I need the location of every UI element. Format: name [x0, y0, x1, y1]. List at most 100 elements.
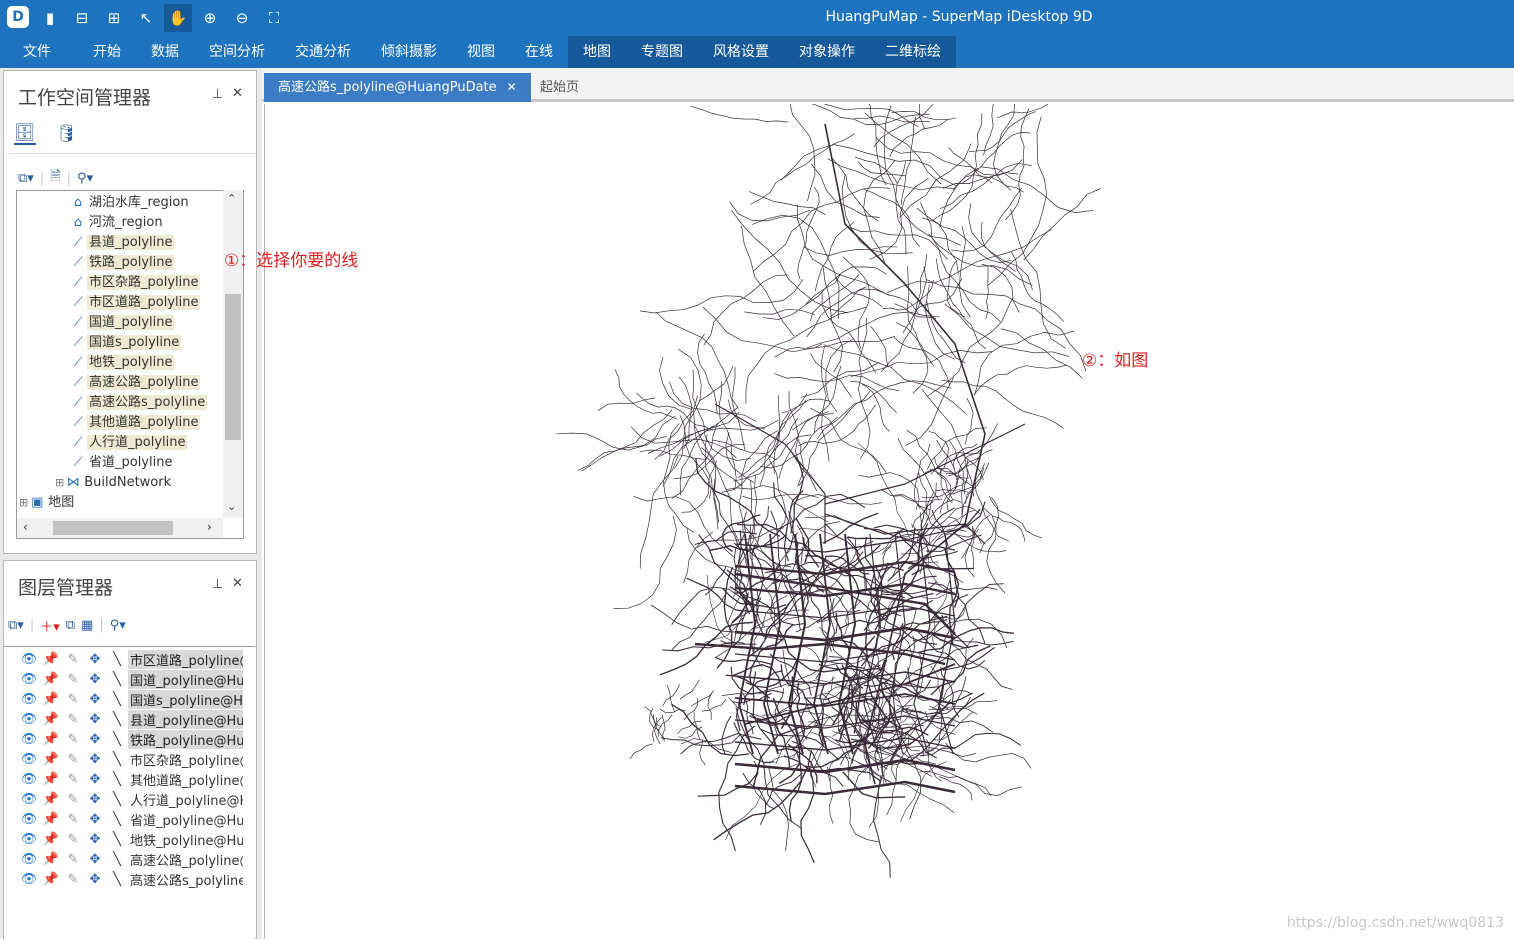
line-style-icon[interactable]: ╲	[106, 652, 128, 667]
line-style-icon[interactable]: ╲	[106, 672, 128, 687]
workspace-tab-icon[interactable]: 🗄	[14, 123, 36, 145]
line-style-icon[interactable]: ╲	[106, 712, 128, 727]
layer-row[interactable]: 👁📌✎✥╲高速公路_polyline@	[4, 849, 255, 869]
snappable-icon[interactable]: ✥	[84, 812, 106, 827]
snappable-icon[interactable]: ✥	[84, 752, 106, 767]
line-style-icon[interactable]: ╲	[106, 772, 128, 787]
menu-item-0[interactable]: 文件	[0, 36, 74, 68]
visibility-eye-icon[interactable]: 👁	[18, 772, 40, 787]
menu-item-11[interactable]: 对象操作	[784, 36, 870, 68]
visibility-eye-icon[interactable]: 👁	[18, 872, 40, 887]
line-style-icon[interactable]: ╲	[106, 872, 128, 887]
tree-item[interactable]: ⌂湖泊水库_region	[69, 193, 191, 213]
layer-row[interactable]: 👁📌✎✥╲省道_polyline@Hu	[4, 809, 255, 829]
snappable-icon[interactable]: ✥	[84, 692, 106, 707]
editable-icon[interactable]: ✎	[62, 812, 84, 827]
menu-item-7[interactable]: 在线	[510, 36, 568, 68]
visibility-eye-icon[interactable]: 👁	[18, 792, 40, 807]
tree-item[interactable]: ⟋地铁_polyline	[69, 353, 174, 373]
layer-row[interactable]: 👁📌✎✥╲市区道路_polyline@	[4, 649, 255, 669]
line-style-icon[interactable]: ╲	[106, 752, 128, 767]
editable-icon[interactable]: ✎	[62, 772, 84, 787]
snappable-icon[interactable]: ✥	[84, 712, 106, 727]
open-workspace-icon[interactable]: ⧉▾	[18, 171, 34, 186]
selectable-icon[interactable]: 📌	[40, 832, 62, 847]
selectable-icon[interactable]: 📌	[40, 652, 62, 667]
tree-vertical-scrollbar[interactable]: ⌃ ⌄	[223, 190, 243, 518]
layer-row[interactable]: 👁📌✎✥╲铁路_polyline@Hu	[4, 729, 255, 749]
visibility-eye-icon[interactable]: 👁	[18, 672, 40, 687]
tree-item[interactable]: ⟋人行道_polyline	[69, 433, 187, 453]
layer-row[interactable]: 👁📌✎✥╲县道_polyline@Hu	[4, 709, 255, 729]
visibility-eye-icon[interactable]: 👁	[18, 712, 40, 727]
tree-item[interactable]: ⟋其他道路_polyline	[69, 413, 200, 433]
add-layer-group-icon[interactable]: ⧉▾	[8, 618, 24, 633]
snappable-icon[interactable]: ✥	[84, 672, 106, 687]
layer-row[interactable]: 👁📌✎✥╲其他道路_polyline@	[4, 769, 255, 789]
selectable-icon[interactable]: 📌	[40, 772, 62, 787]
close-icon[interactable]: ✕	[232, 86, 243, 101]
snappable-icon[interactable]: ✥	[84, 792, 106, 807]
tree-item[interactable]: ⟋高速公路_polyline	[69, 373, 200, 393]
snappable-icon[interactable]: ✥	[84, 772, 106, 787]
pin-icon[interactable]: ⊥	[212, 577, 223, 592]
menu-item-12[interactable]: 二维标绘	[870, 36, 956, 68]
layer-row[interactable]: 👁📌✎✥╲高速公路s_polyline	[4, 869, 255, 889]
pin-icon[interactable]: ⊥	[212, 87, 223, 102]
expand-icon[interactable]: ⊞	[19, 496, 28, 509]
close-tab-icon[interactable]: ✕	[507, 80, 517, 94]
layer-properties-icon[interactable]: ▦	[81, 618, 93, 633]
dock-splitter[interactable]	[258, 68, 262, 939]
map-view[interactable]	[264, 104, 1514, 939]
search-icon[interactable]: ⚲▾	[110, 618, 126, 633]
tree-item[interactable]: ⟋市区道路_polyline	[69, 293, 200, 313]
line-style-icon[interactable]: ╲	[106, 852, 128, 867]
close-icon[interactable]: ✕	[232, 576, 243, 591]
tree-horizontal-scrollbar[interactable]: ‹ ›	[17, 518, 223, 538]
selectable-icon[interactable]: 📌	[40, 692, 62, 707]
snappable-icon[interactable]: ✥	[84, 652, 106, 667]
tree-item[interactable]: ⟋高速公路s_polyline	[69, 393, 207, 413]
line-style-icon[interactable]: ╲	[106, 832, 128, 847]
editable-icon[interactable]: ✎	[62, 872, 84, 887]
selectable-icon[interactable]: 📌	[40, 872, 62, 887]
snappable-icon[interactable]: ✥	[84, 832, 106, 847]
line-style-icon[interactable]: ╲	[106, 792, 128, 807]
tree-item[interactable]: ⊞⋈BuildNetwork	[55, 473, 173, 493]
menu-item-10[interactable]: 风格设置	[698, 36, 784, 68]
selectable-icon[interactable]: 📌	[40, 732, 62, 747]
line-style-icon[interactable]: ╲	[106, 732, 128, 747]
tree-item[interactable]: ⟋国道s_polyline	[69, 333, 181, 353]
editable-icon[interactable]: ✎	[62, 732, 84, 747]
line-style-icon[interactable]: ╲	[106, 692, 128, 707]
tab-start-page[interactable]: 起始页	[526, 73, 593, 102]
selectable-icon[interactable]: 📌	[40, 852, 62, 867]
menu-item-5[interactable]: 倾斜摄影	[366, 36, 452, 68]
selectable-icon[interactable]: 📌	[40, 712, 62, 727]
add-layer-icon[interactable]: ＋▾	[40, 616, 60, 635]
layer-row[interactable]: 👁📌✎✥╲地铁_polyline@Hu	[4, 829, 255, 849]
editable-icon[interactable]: ✎	[62, 712, 84, 727]
visibility-eye-icon[interactable]: 👁	[18, 652, 40, 667]
layer-row[interactable]: 👁📌✎✥╲国道s_polyline@Hu	[4, 689, 255, 709]
search-icon[interactable]: ⚲▾	[77, 171, 93, 186]
menu-item-6[interactable]: 视图	[452, 36, 510, 68]
editable-icon[interactable]: ✎	[62, 832, 84, 847]
editable-icon[interactable]: ✎	[62, 852, 84, 867]
snappable-icon[interactable]: ✥	[84, 872, 106, 887]
selectable-icon[interactable]: 📌	[40, 792, 62, 807]
snappable-icon[interactable]: ✥	[84, 732, 106, 747]
visibility-eye-icon[interactable]: 👁	[18, 752, 40, 767]
visibility-eye-icon[interactable]: 👁	[18, 852, 40, 867]
visibility-eye-icon[interactable]: 👁	[18, 812, 40, 827]
menu-item-3[interactable]: 空间分析	[194, 36, 280, 68]
editable-icon[interactable]: ✎	[62, 652, 84, 667]
layer-row[interactable]: 👁📌✎✥╲国道_polyline@Hu	[4, 669, 255, 689]
layer-row[interactable]: 👁📌✎✥╲市区杂路_polyline@	[4, 749, 255, 769]
snappable-icon[interactable]: ✥	[84, 852, 106, 867]
tree-item[interactable]: ⟋市区杂路_polyline	[69, 273, 200, 293]
tree-item[interactable]: ⌂河流_region	[69, 213, 165, 233]
new-dataset-icon[interactable]: 🗎	[50, 167, 60, 189]
layer-row[interactable]: 👁📌✎✥╲人行道_polyline@Hu	[4, 789, 255, 809]
tree-item[interactable]: ⊞▣地图	[19, 493, 76, 513]
